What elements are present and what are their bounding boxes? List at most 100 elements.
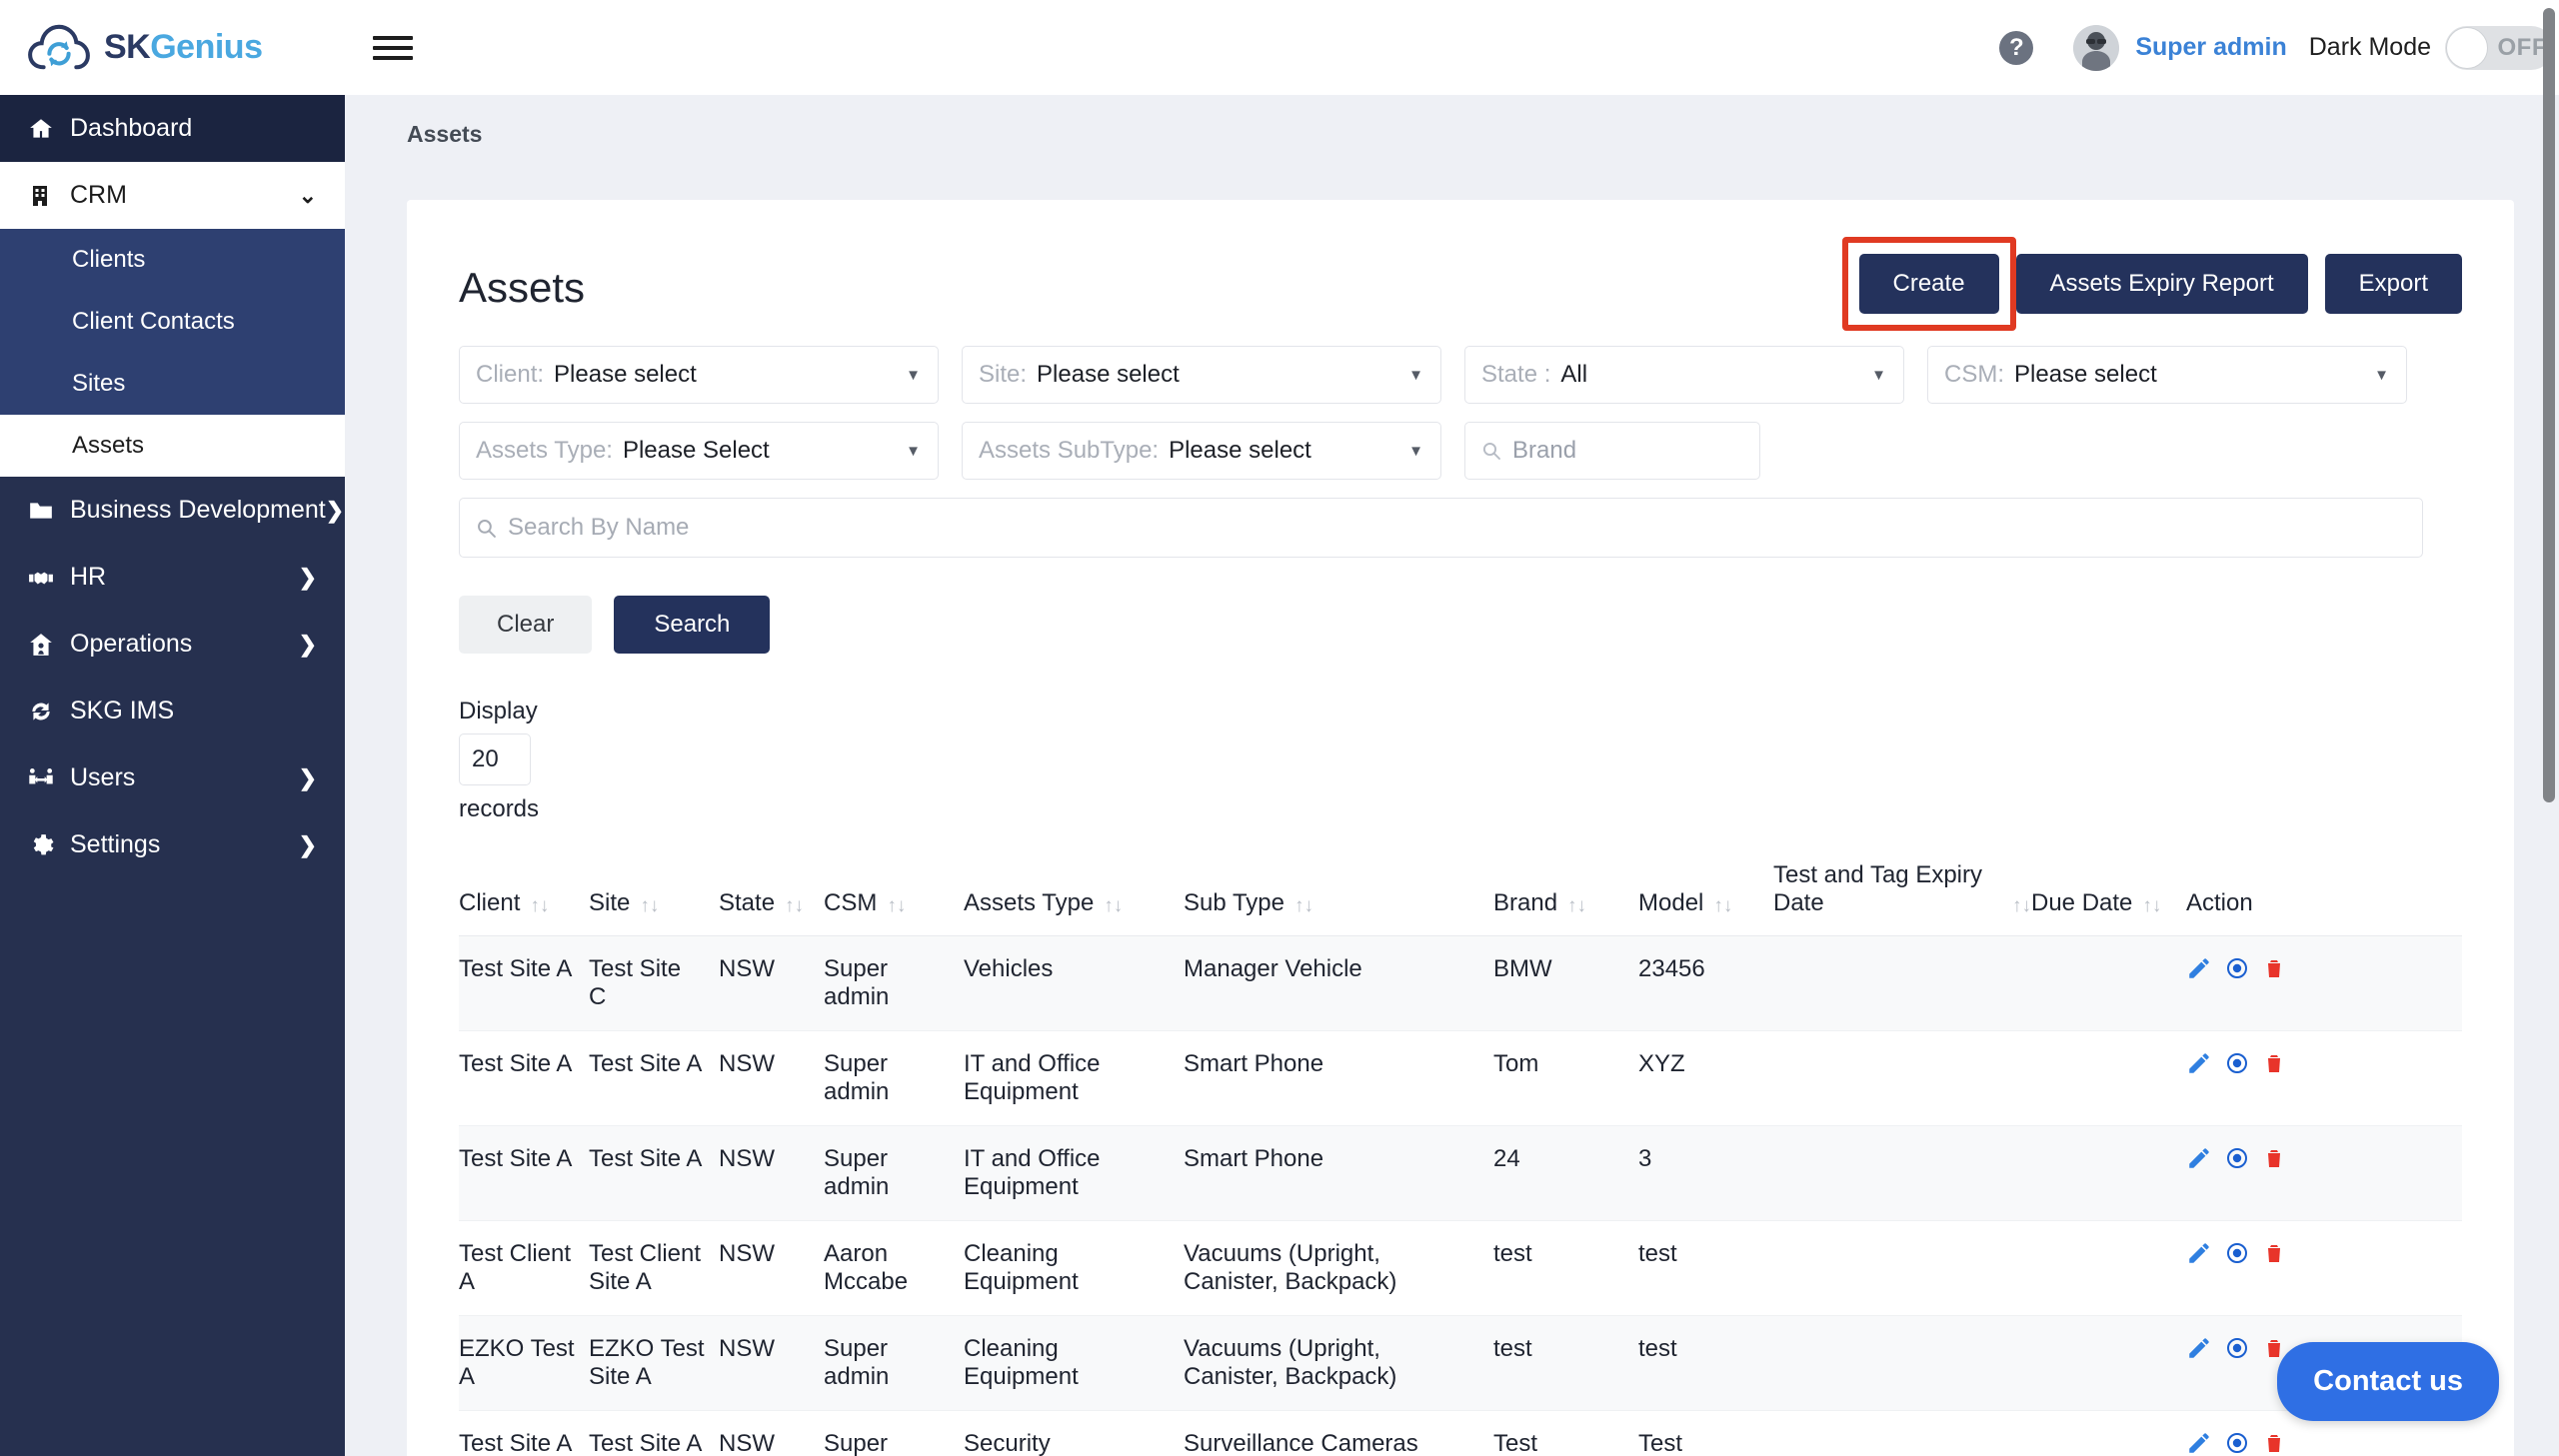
table-row[interactable]: Test Site A Test Site A NSW Super admin IT a… xyxy=(459,1125,2462,1221)
scrollbar-thumb[interactable] xyxy=(2543,8,2555,802)
column-header-state[interactable]: State ↑↓ xyxy=(719,853,824,936)
display-records-input[interactable]: 20 xyxy=(459,733,531,785)
state-select-label: State : xyxy=(1481,361,1551,388)
edit-icon[interactable] xyxy=(2186,1050,2212,1076)
table-row[interactable]: Test Site A Test Site C NSW Super admin Vehi… xyxy=(459,935,2462,1031)
cell-model: 23456 xyxy=(1638,935,1773,1031)
column-header-sub-type[interactable]: Sub Type ↑↓ xyxy=(1184,853,1493,936)
export-button[interactable]: Export xyxy=(2324,254,2462,314)
cell-state: NSW xyxy=(719,1220,824,1316)
table-row[interactable]: Test Site A Test Site A NSW Super admin IT a… xyxy=(459,1030,2462,1126)
edit-icon[interactable] xyxy=(2186,1430,2212,1456)
site-select-label: Site: xyxy=(979,361,1028,388)
user-name[interactable]: Super admin xyxy=(2135,33,2286,62)
sidebar-item-crm[interactable]: CRM ⌄ xyxy=(0,162,345,229)
sidebar-item-assets[interactable]: Assets xyxy=(0,415,345,477)
column-header-csm[interactable]: CSM ↑↓ xyxy=(824,853,964,936)
assets-expiry-report-button[interactable]: Assets Expiry Report xyxy=(2015,254,2308,314)
create-button[interactable]: Create xyxy=(1858,254,1999,314)
delete-icon[interactable] xyxy=(2262,1241,2286,1265)
sort-icon[interactable]: ↑↓ xyxy=(1713,896,1732,917)
sidebar-item-users[interactable]: Users ❯ xyxy=(0,744,345,811)
chevron-right-icon: ❯ xyxy=(298,764,317,790)
sidebar-item-hr[interactable]: HR ❯ xyxy=(0,544,345,611)
home-icon xyxy=(28,116,70,142)
delete-icon[interactable] xyxy=(2262,1146,2286,1170)
view-icon[interactable] xyxy=(2225,1051,2249,1075)
chevron-down-icon: ▼ xyxy=(906,442,921,460)
column-header-due-date[interactable]: Due Date ↑↓ xyxy=(2031,853,2186,936)
sidebar-item-sites[interactable]: Sites xyxy=(0,353,345,415)
sort-icon[interactable]: ↑↓ xyxy=(1104,896,1123,917)
sidebar-item-clients[interactable]: Clients xyxy=(0,229,345,291)
column-header-model[interactable]: Model ↑↓ xyxy=(1638,853,1773,936)
cell-due-date xyxy=(2031,1125,2186,1221)
search-button[interactable]: Search xyxy=(614,596,771,654)
header-actions: Create Assets Expiry Report Export xyxy=(1841,237,2462,331)
hamburger-icon[interactable] xyxy=(373,31,413,65)
edit-icon[interactable] xyxy=(2186,955,2212,981)
filter-buttons: Clear Search xyxy=(459,596,2462,654)
sort-icon[interactable]: ↑↓ xyxy=(2012,896,2031,917)
csm-select[interactable]: CSM: Please select ▼ xyxy=(1927,346,2407,404)
sort-icon[interactable]: ↑↓ xyxy=(1294,896,1313,917)
sidebar-item-dashboard[interactable]: Dashboard xyxy=(0,95,345,162)
view-icon[interactable] xyxy=(2225,956,2249,980)
sort-icon[interactable]: ↑↓ xyxy=(530,896,549,917)
sidebar-item-settings[interactable]: Settings ❯ xyxy=(0,811,345,878)
column-header-brand[interactable]: Brand ↑↓ xyxy=(1493,853,1638,936)
sidebar-item-client-contacts[interactable]: Client Contacts xyxy=(0,291,345,353)
client-select[interactable]: Client: Please select ▼ xyxy=(459,346,939,404)
delete-icon[interactable] xyxy=(2262,1431,2286,1455)
sidebar-item-business-development[interactable]: Business Development ❯ xyxy=(0,477,345,544)
sidebar-label-client-contacts: Client Contacts xyxy=(72,308,235,335)
column-header-test-tag-expiry-date[interactable]: Test and Tag Expiry Date ↑↓ xyxy=(1773,853,2031,936)
cell-site: Test Site C xyxy=(589,935,719,1031)
cell-client: Test Client A xyxy=(459,1220,589,1316)
edit-icon[interactable] xyxy=(2186,1145,2212,1171)
sort-icon[interactable]: ↑↓ xyxy=(640,896,659,917)
cell-action xyxy=(2186,1220,2462,1316)
column-label-model: Model xyxy=(1638,889,1704,916)
page-scrollbar[interactable] xyxy=(2541,4,2557,1456)
column-header-assets-type[interactable]: Assets Type ↑↓ xyxy=(964,853,1184,936)
site-select-value: Please select xyxy=(1037,361,1180,388)
brand-logo[interactable]: SKGenius xyxy=(0,22,345,74)
state-select[interactable]: State : All ▼ xyxy=(1464,346,1904,404)
assets-subtype-select[interactable]: Assets SubType: Please select ▼ xyxy=(962,422,1441,480)
view-icon[interactable] xyxy=(2225,1241,2249,1265)
cell-csm: Super admin xyxy=(824,935,964,1031)
view-icon[interactable] xyxy=(2225,1146,2249,1170)
help-icon[interactable]: ? xyxy=(1999,30,2034,65)
brand-input[interactable]: Brand xyxy=(1464,422,1760,480)
delete-icon[interactable] xyxy=(2262,956,2286,980)
table-row[interactable]: EZKO Test A EZKO Test Site A NSW Super admi… xyxy=(459,1315,2462,1411)
table-row[interactable]: Test Client A Test Client Site A NSW Aaron … xyxy=(459,1220,2462,1316)
edit-icon[interactable] xyxy=(2186,1240,2212,1266)
building-icon xyxy=(28,184,70,208)
cell-state: NSW xyxy=(719,1030,824,1126)
view-icon[interactable] xyxy=(2225,1431,2249,1455)
clear-button[interactable]: Clear xyxy=(459,596,593,654)
dark-mode-toggle[interactable]: OFF xyxy=(2445,25,2553,70)
sort-icon[interactable]: ↑↓ xyxy=(887,896,906,917)
delete-icon[interactable] xyxy=(2262,1336,2286,1360)
column-header-client[interactable]: Client ↑↓ xyxy=(459,853,589,936)
table-row[interactable]: Test Site ATest Site ANSWSuper adminSecu… xyxy=(459,1410,2462,1456)
sidebar-item-skg-ims[interactable]: SKG IMS xyxy=(0,678,345,744)
search-by-name-input[interactable]: Search By Name xyxy=(459,498,2423,558)
sidebar-item-operations[interactable]: Operations ❯ xyxy=(0,611,345,678)
sort-icon[interactable]: ↑↓ xyxy=(1567,896,1586,917)
site-select[interactable]: Site: Please select ▼ xyxy=(962,346,1441,404)
edit-icon[interactable] xyxy=(2186,1335,2212,1361)
contact-us-button[interactable]: Contact us xyxy=(2277,1342,2499,1421)
sort-icon[interactable]: ↑↓ xyxy=(785,896,804,917)
cell-client: Test Site A xyxy=(459,1410,589,1456)
assets-type-select[interactable]: Assets Type: Please Select ▼ xyxy=(459,422,939,480)
column-header-site[interactable]: Site ↑↓ xyxy=(589,853,719,936)
avatar[interactable] xyxy=(2073,24,2120,71)
view-icon[interactable] xyxy=(2225,1336,2249,1360)
sort-icon[interactable]: ↑↓ xyxy=(2142,896,2161,917)
column-label-client: Client xyxy=(459,889,521,916)
delete-icon[interactable] xyxy=(2262,1051,2286,1075)
